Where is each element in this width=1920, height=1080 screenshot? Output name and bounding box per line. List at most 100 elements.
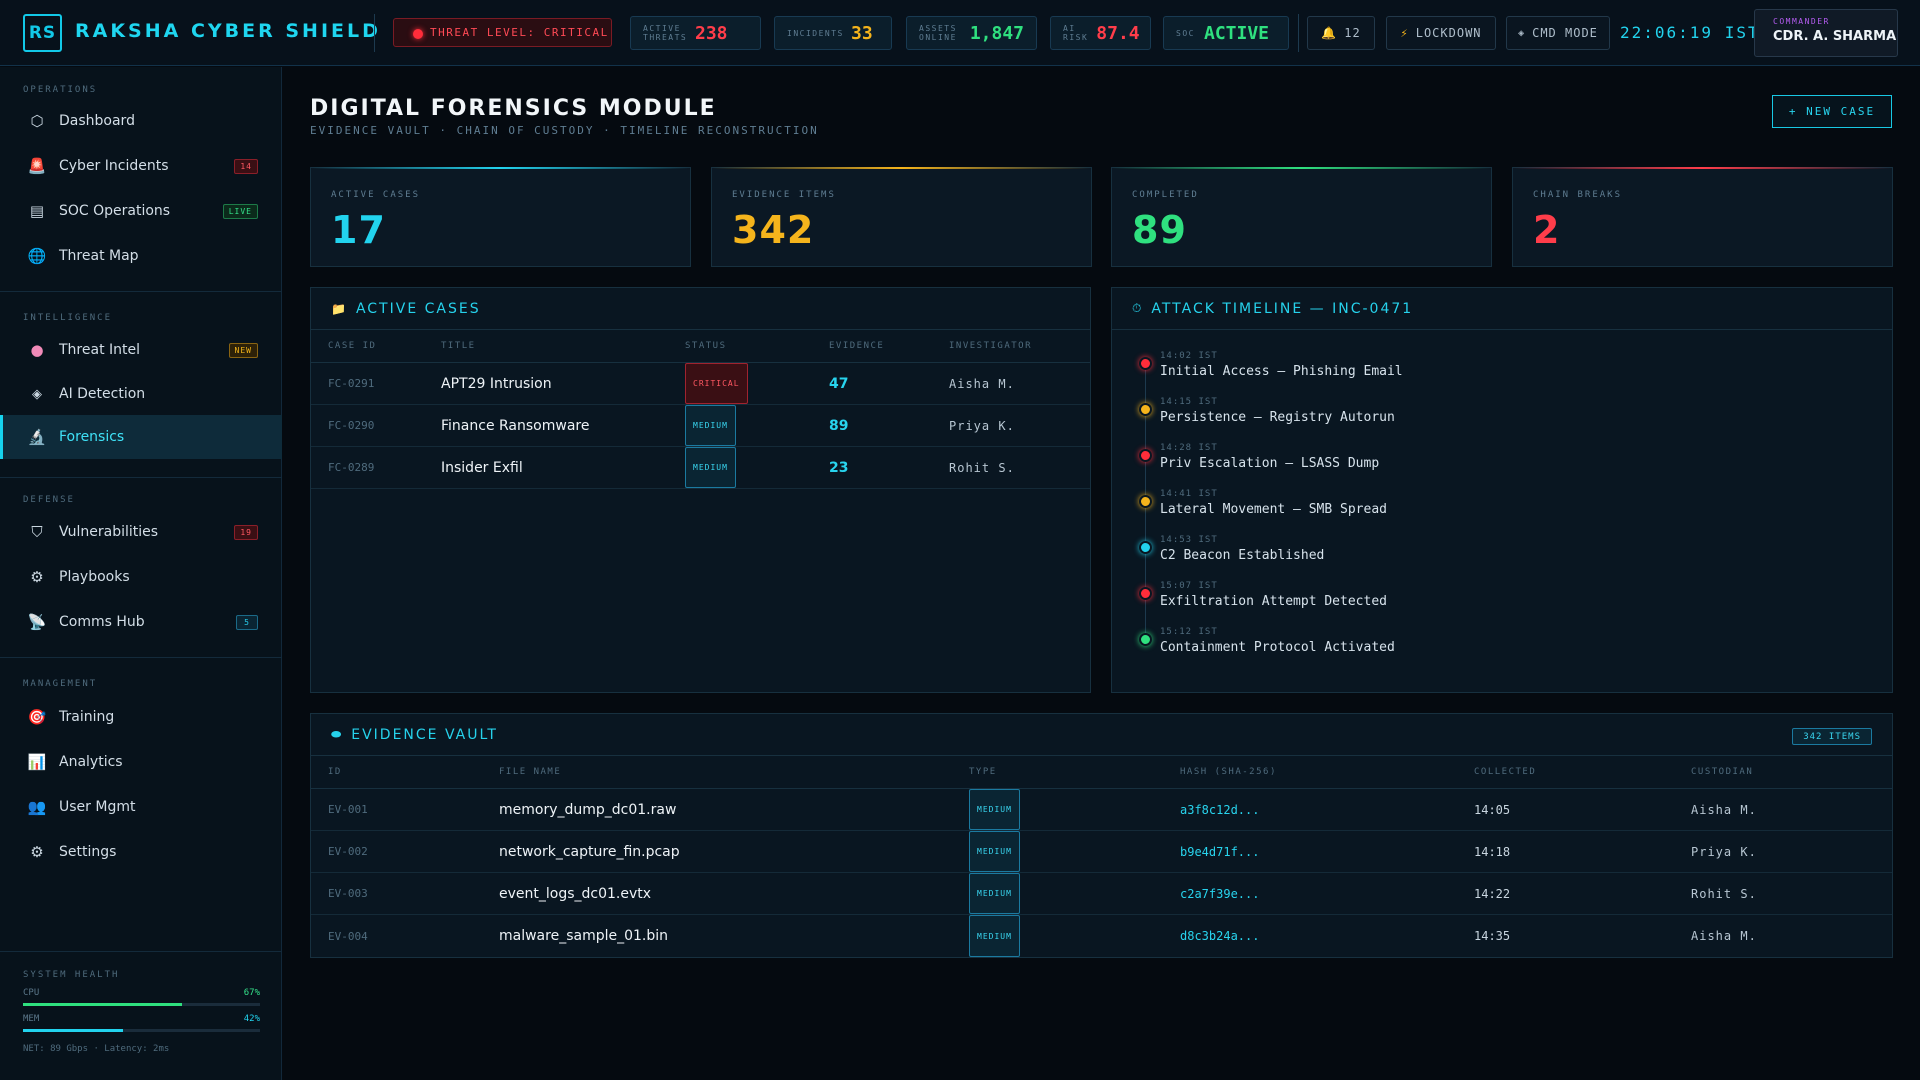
collected-time: 14:18 xyxy=(1474,844,1511,859)
sidebar-item-comms-hub[interactable]: 📡 Comms Hub 5 xyxy=(0,600,282,644)
table-row[interactable]: FC-0289 Insider Exfil MEDIUM 23 Rohit S. xyxy=(311,447,1090,489)
event-dot xyxy=(1139,357,1152,370)
file-hash[interactable]: c2a7f39e... xyxy=(1180,873,1259,914)
table-row[interactable]: EV-003 event_logs_dc01.evtx MEDIUM c2a7f… xyxy=(311,873,1892,915)
kpi-completed[interactable]: COMPLETED 89 xyxy=(1111,167,1492,267)
file-hash[interactable]: b9e4d71f... xyxy=(1180,831,1259,872)
column-header[interactable]: HASH (SHA-256) xyxy=(1180,756,1277,788)
column-header[interactable]: TYPE xyxy=(969,756,997,788)
lockdown-button[interactable]: ⚡ LOCKDOWN xyxy=(1386,16,1496,50)
sidebar-item-label: Dashboard xyxy=(59,113,135,129)
timeline-event[interactable]: 15:12 IST Containment Protocol Activated xyxy=(1136,627,1836,673)
status-badge: MEDIUM xyxy=(685,405,736,446)
file-name: malware_sample_01.bin xyxy=(499,928,669,944)
sidebar-item-dashboard[interactable]: ⬡ Dashboard xyxy=(0,99,282,143)
type-cell: MEDIUM xyxy=(969,873,1020,914)
timeline-event[interactable]: 14:15 IST Persistence — Registry Autorun xyxy=(1136,397,1836,443)
section-divider xyxy=(0,951,282,952)
file-hash[interactable]: a3f8c12d... xyxy=(1180,789,1259,830)
column-header[interactable]: FILE NAME xyxy=(499,756,561,788)
app-logo[interactable]: RS xyxy=(23,14,62,52)
event-dot xyxy=(1139,541,1152,554)
sidebar-item-threat-map[interactable]: 🌐 Threat Map xyxy=(0,234,282,278)
column-header[interactable]: EVIDENCE xyxy=(829,330,884,362)
sidebar-item-label: Analytics xyxy=(59,754,123,770)
card-accent xyxy=(1112,167,1491,169)
sidebar-item-settings[interactable]: ⚙ Settings xyxy=(0,830,282,874)
sidebar-item-training[interactable]: 🎯 Training xyxy=(0,695,282,739)
sidebar-item-analytics[interactable]: 📊 Analytics xyxy=(0,740,282,784)
lightning-icon: ⚡ xyxy=(1400,26,1409,40)
stat-ai-risk[interactable]: AI RISK 87.4 xyxy=(1050,16,1151,50)
sidebar-item-ai-detection[interactable]: ◈ AI Detection xyxy=(0,372,282,416)
sidebar-item-user-mgmt[interactable]: 👥 User Mgmt xyxy=(0,785,282,829)
column-header[interactable]: CUSTODIAN xyxy=(1691,756,1753,788)
new-case-button[interactable]: + NEW CASE xyxy=(1772,95,1892,128)
table-row[interactable]: EV-004 malware_sample_01.bin MEDIUM d8c3… xyxy=(311,915,1892,957)
stat-incidents[interactable]: INCIDENTS 33 xyxy=(774,16,892,50)
comms-count-badge: 5 xyxy=(236,615,258,630)
stat-assets-online[interactable]: ASSETS ONLINE 1,847 xyxy=(906,16,1037,50)
column-header[interactable]: TITLE xyxy=(441,330,476,362)
evidence-vault-panel: ⬬ EVIDENCE VAULT 342 ITEMS ID FILE NAME … xyxy=(310,713,1893,958)
event-dot xyxy=(1139,633,1152,646)
user-profile[interactable]: COMMANDER CDR. A. SHARMA xyxy=(1754,9,1898,57)
event-dot xyxy=(1139,403,1152,416)
sidebar-item-playbooks[interactable]: ⚙ Playbooks xyxy=(0,555,282,599)
file-hash[interactable]: d8c3b24a... xyxy=(1180,915,1259,957)
column-header[interactable]: COLLECTED xyxy=(1474,756,1536,788)
event-dot xyxy=(1139,587,1152,600)
case-title: Insider Exfil xyxy=(441,459,523,476)
kpi-active-cases[interactable]: ACTIVE CASES 17 xyxy=(310,167,691,267)
threat-level-indicator[interactable]: THREAT LEVEL: CRITICAL xyxy=(393,18,612,47)
bar-chart-icon: 📊 xyxy=(27,753,47,771)
stat-soc[interactable]: SOC ACTIVE xyxy=(1163,16,1289,50)
user-role: COMMANDER xyxy=(1773,17,1830,26)
notifications-button[interactable]: 🔔 12 xyxy=(1307,16,1375,50)
table-row[interactable]: FC-0290 Finance Ransomware MEDIUM 89 Pri… xyxy=(311,405,1090,447)
panel-title: ATTACK TIMELINE — INC-0471 xyxy=(1151,300,1414,317)
kpi-chain-breaks[interactable]: CHAIN BREAKS 2 xyxy=(1512,167,1893,267)
case-id: FC-0289 xyxy=(328,461,375,474)
evidence-count: 89 xyxy=(829,417,849,434)
stat-active-threats[interactable]: ACTIVE THREATS 238 xyxy=(630,16,761,50)
notification-count: 12 xyxy=(1344,26,1361,40)
column-header[interactable]: ID xyxy=(328,756,342,788)
stopwatch-icon: ⏱ xyxy=(1132,301,1144,315)
timeline-event[interactable]: 14:02 IST Initial Access — Phishing Emai… xyxy=(1136,351,1836,397)
kpi-evidence-items[interactable]: EVIDENCE ITEMS 342 xyxy=(711,167,1092,267)
evidence-id: EV-002 xyxy=(328,845,368,858)
sidebar-item-soc-operations[interactable]: ▤ SOC Operations LIVE xyxy=(0,189,282,233)
column-header[interactable]: INVESTIGATOR xyxy=(949,330,1032,362)
timeline-event[interactable]: 14:28 IST Priv Escalation — LSASS Dump xyxy=(1136,443,1836,489)
column-header[interactable]: STATUS xyxy=(685,330,727,362)
timeline-event[interactable]: 15:07 IST Exfiltration Attempt Detected xyxy=(1136,581,1836,627)
collected-time: 14:35 xyxy=(1474,929,1511,943)
table-row[interactable]: EV-002 network_capture_fin.pcap MEDIUM b… xyxy=(311,831,1892,873)
sidebar-item-forensics[interactable]: 🔬 Forensics xyxy=(0,415,282,459)
brain-icon: ● xyxy=(30,341,44,359)
event-text: Exfiltration Attempt Detected xyxy=(1160,594,1387,609)
item-count-badge: 342 ITEMS xyxy=(1792,728,1872,745)
table-row[interactable]: EV-001 memory_dump_dc01.raw MEDIUM a3f8c… xyxy=(311,789,1892,831)
sidebar: OPERATIONS ⬡ Dashboard 🚨 Cyber Incidents… xyxy=(0,67,282,1080)
stat-label: INCIDENTS xyxy=(787,28,844,38)
timeline-event[interactable]: 14:53 IST C2 Beacon Established xyxy=(1136,535,1836,581)
sidebar-item-vulnerabilities[interactable]: ⛉ Vulnerabilities 19 xyxy=(0,510,282,554)
section-divider xyxy=(0,477,282,478)
section-title-defense: DEFENSE xyxy=(23,495,75,505)
sidebar-item-cyber-incidents[interactable]: 🚨 Cyber Incidents 14 xyxy=(0,144,282,188)
table-row[interactable]: FC-0291 APT29 Intrusion CRITICAL 47 Aish… xyxy=(311,363,1090,405)
card-accent xyxy=(1513,167,1892,169)
evidence-id: EV-001 xyxy=(328,803,368,816)
column-header[interactable]: CASE ID xyxy=(328,330,376,362)
alert-dot-icon xyxy=(413,29,423,39)
cmd-mode-button[interactable]: ◈ CMD MODE xyxy=(1506,16,1610,50)
timeline-event[interactable]: 14:41 IST Lateral Movement — SMB Spread xyxy=(1136,489,1836,535)
threat-level-text: THREAT LEVEL: CRITICAL xyxy=(430,26,609,39)
cmd-mode-label: CMD MODE xyxy=(1532,26,1598,40)
sidebar-item-label: Playbooks xyxy=(59,569,130,585)
kpi-label: COMPLETED xyxy=(1132,190,1199,200)
network-status: NET: 89 Gbps · Latency: 2ms xyxy=(23,1044,170,1054)
sidebar-item-threat-intel[interactable]: ● Threat Intel NEW xyxy=(0,328,282,372)
